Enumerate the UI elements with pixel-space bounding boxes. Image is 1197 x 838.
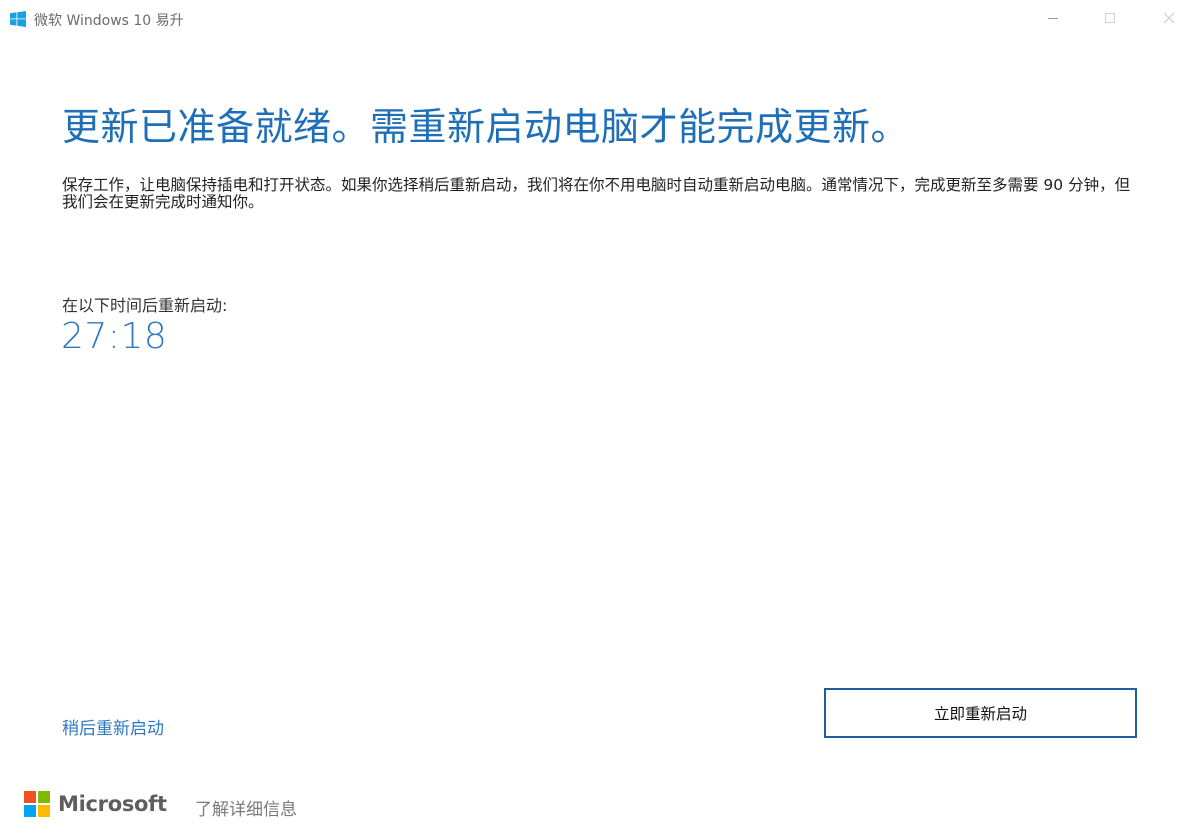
restart-now-label: 立即重新启动	[933, 705, 1027, 723]
learn-more-link[interactable]: 了解详细信息	[195, 795, 297, 820]
upgrade-assistant-window: 微软 Windows 10 易升 更新已准备就绪。需重新启动电脑才能完成更新。 …	[0, 0, 1197, 838]
countdown-timer: 27:18	[61, 316, 168, 357]
windows-logo-icon	[10, 11, 26, 27]
restart-later-link[interactable]: 稍后重新启动	[62, 714, 164, 739]
window-title: 微软 Windows 10 易升	[34, 13, 184, 29]
restart-now-button[interactable]: 立即重新启动	[824, 688, 1137, 738]
maximize-button[interactable]	[1087, 0, 1133, 36]
page-heading: 更新已准备就绪。需重新启动电脑才能完成更新。	[62, 105, 910, 149]
update-description: 保存工作，让电脑保持插电和打开状态。如果你选择稍后重新启动，我们将在你不用电脑时…	[62, 176, 1131, 211]
countdown-label: 在以下时间后重新启动:	[62, 296, 228, 315]
microsoft-logo: Microsoft	[24, 791, 167, 817]
maximize-icon	[1104, 9, 1116, 28]
minimize-icon	[1047, 9, 1059, 28]
close-button[interactable]	[1146, 0, 1192, 36]
microsoft-logo-icon	[24, 791, 50, 817]
microsoft-wordmark: Microsoft	[58, 792, 167, 816]
title-bar[interactable]: 微软 Windows 10 易升	[0, 0, 1197, 36]
minimize-button[interactable]	[1030, 0, 1076, 36]
close-icon	[1163, 9, 1175, 28]
